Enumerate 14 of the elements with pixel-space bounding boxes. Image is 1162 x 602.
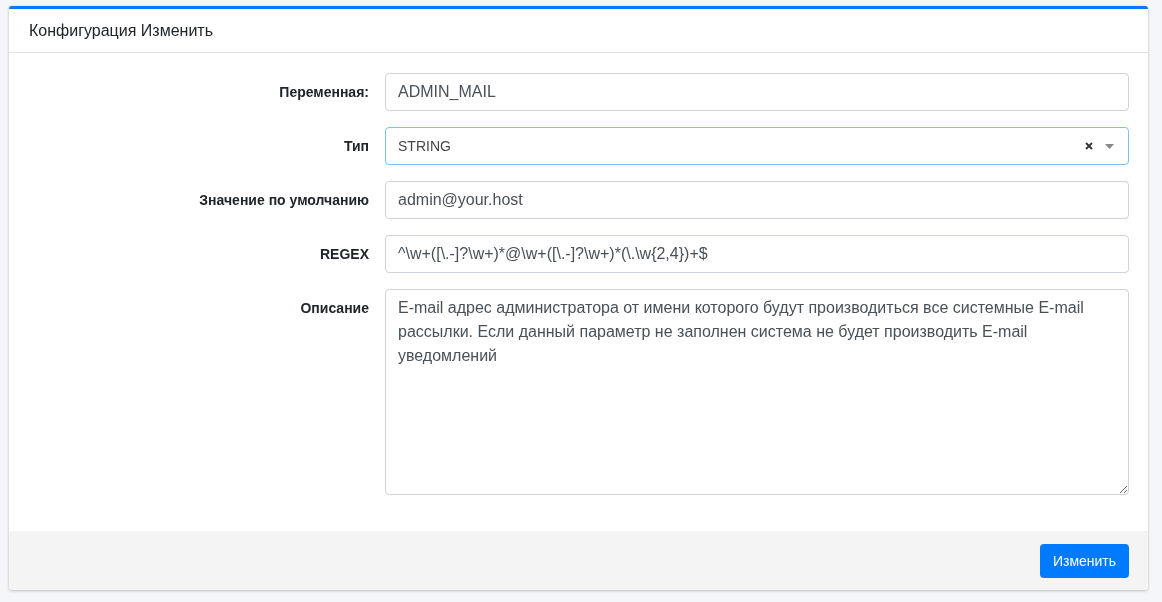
card-title: Конфигурация Изменить bbox=[29, 21, 213, 40]
submit-button[interactable]: Изменить bbox=[1040, 543, 1129, 578]
field-label: Описание bbox=[299, 299, 370, 316]
clear-icon[interactable] bbox=[1085, 142, 1093, 150]
caret-icon[interactable] bbox=[1105, 143, 1114, 149]
field-label: REGEX bbox=[319, 245, 370, 262]
field-label: Переменная: bbox=[278, 83, 370, 100]
text-field[interactable]: ADMIN_MAIL bbox=[385, 73, 1129, 111]
text-field[interactable]: ^\w+([\.-]?\w+)*@\w+([\.-]?\w+)*(\.\w{2,4})+$ bbox=[385, 235, 1129, 273]
field-label: Тип bbox=[342, 137, 370, 154]
type-select[interactable]: STRING bbox=[385, 127, 1129, 165]
description-field[interactable]: E-mail адрес администратора от имени которого будут производиться все системные E-mail рассылки. Если данный параметр не заполнен система не будет производить E-mail уведомлений bbox=[385, 289, 1129, 495]
text-field[interactable]: admin@your.host bbox=[385, 181, 1129, 219]
field-label: Значение по умолчанию bbox=[198, 191, 370, 208]
